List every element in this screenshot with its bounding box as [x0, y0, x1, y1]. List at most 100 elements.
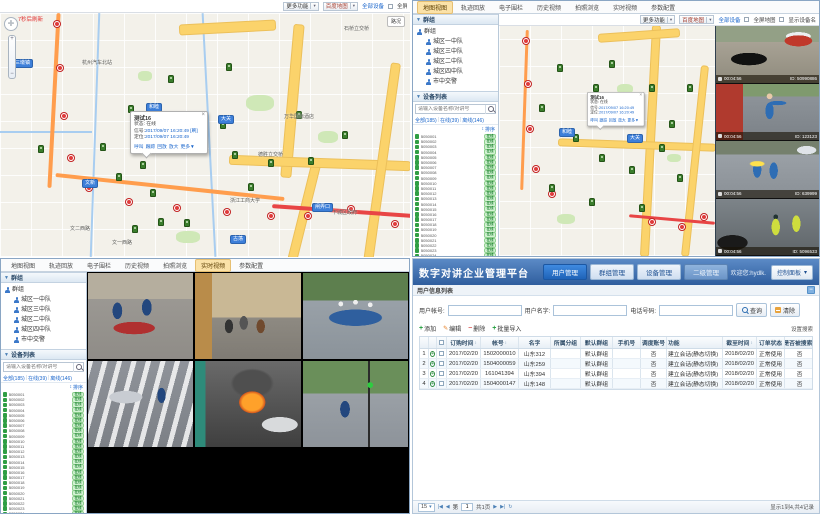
column-header[interactable]: 默认群组 [581, 337, 613, 348]
device-marker-icon[interactable] [38, 145, 44, 153]
page-number-input[interactable] [461, 503, 473, 511]
popup-action-link[interactable]: 更多▼ [180, 143, 194, 150]
clear-button[interactable]: 清除 [770, 303, 800, 317]
device-marker-icon[interactable] [677, 174, 683, 182]
batch-import-button[interactable]: +批量导入 [492, 324, 521, 333]
select-all-checkbox[interactable] [439, 340, 444, 345]
device-search-input[interactable] [416, 106, 485, 112]
search-icon[interactable] [485, 105, 495, 114]
tree-node[interactable]: 城区二中队 [426, 57, 496, 67]
map-pan-control[interactable]: ✛ [4, 17, 18, 31]
zoom-out-icon[interactable]: − [9, 72, 15, 77]
device-marker-icon[interactable] [539, 104, 545, 112]
popup-action-link[interactable]: 跟踪 [146, 143, 156, 150]
row-checkbox[interactable] [439, 351, 444, 356]
device-marker-icon[interactable] [100, 143, 106, 151]
device-marker-icon[interactable] [687, 84, 693, 92]
map-canvas[interactable]: 和睦大关 测试16 × 状态: 在线 信号:2017/09/07 16:20:4… [499, 26, 715, 256]
module-tab[interactable]: 拍照浏览 [157, 259, 193, 272]
module-tab[interactable]: 参数配置 [645, 1, 681, 14]
column-header[interactable]: 名字 [519, 337, 551, 348]
filter-tab-offline[interactable]: 离线(146) [50, 375, 72, 382]
add-button[interactable]: +添加 [419, 324, 436, 333]
column-header[interactable]: 帐号 [481, 337, 519, 348]
module-tab[interactable]: 地图视图 [5, 259, 41, 272]
module-tab[interactable]: 历史视频 [531, 1, 567, 14]
next-page-button[interactable]: ▶ [493, 504, 497, 510]
table-row[interactable]: 2 + 2017/02/20 1504000059 山东259 默认群组 否 建… [420, 359, 812, 369]
more-functions-select[interactable]: 更多功能▾ [283, 2, 318, 11]
module-tab[interactable]: 电子围栏 [81, 259, 117, 272]
device-marker-icon[interactable] [132, 225, 138, 233]
popup-action-link[interactable]: 呼叫 [590, 117, 598, 123]
device-marker-icon[interactable] [116, 173, 122, 181]
zoom-in-icon[interactable]: + [9, 37, 15, 42]
search-button[interactable]: 查询 [736, 303, 767, 317]
device-marker-icon[interactable] [158, 218, 164, 226]
module-tab[interactable]: 电子围栏 [493, 1, 529, 14]
video-cell-motorcycle-accident[interactable] [87, 272, 194, 360]
popup-action-link[interactable]: 放大 [618, 117, 626, 123]
platform-nav-button[interactable]: 二级管理 [684, 264, 728, 280]
signal-refresh-link[interactable]: [刷] [190, 129, 197, 134]
platform-nav-button[interactable]: 群组管理 [590, 264, 634, 280]
popup-action-link[interactable]: 回放 [609, 117, 617, 123]
all-devices-link[interactable]: 全部设备 [362, 2, 384, 10]
device-marker-icon[interactable] [649, 84, 655, 92]
filter-tab-online[interactable]: 在线(39) [440, 117, 459, 124]
module-tab[interactable]: 参数配置 [233, 259, 269, 272]
video-cell-crosswalk-car[interactable] [87, 360, 194, 448]
device-search-input[interactable] [4, 364, 73, 370]
tree-node[interactable]: 城区四中队 [426, 67, 496, 77]
group-accordion-header[interactable]: ▼群组 [413, 14, 498, 25]
tree-node[interactable]: 城区一中队 [426, 37, 496, 47]
device-marker-icon[interactable] [593, 84, 599, 92]
control-panel-button[interactable]: 控制面板▾ [771, 265, 813, 280]
map-canvas[interactable]: 三墩镇和睦大关闸弄口文新古荡 杭州汽车北站石桥立交桥德胜立交桥万华国际酒店浙江工… [0, 13, 410, 257]
account-input[interactable] [448, 305, 522, 316]
module-tab[interactable]: 地图视图 [417, 1, 453, 14]
table-row[interactable]: 4 + 2017/02/20 1504000147 山东148 默认群组 否 建… [420, 379, 812, 389]
expand-icon[interactable]: + [430, 361, 435, 367]
popup-action-link[interactable]: 放大 [169, 143, 179, 150]
row-checkbox[interactable] [439, 371, 444, 376]
device-marker-icon[interactable] [599, 154, 605, 162]
device-marker-icon[interactable] [342, 131, 348, 139]
tree-node[interactable]: 城区一中队 [14, 295, 84, 305]
name-input[interactable] [553, 305, 627, 316]
table-row[interactable]: 1 + 2017/02/20 1502000010 山东312 默认群组 否 建… [420, 349, 812, 359]
device-marker-icon[interactable] [168, 75, 174, 83]
sort-control[interactable]: ↕排序 [413, 125, 498, 133]
traffic-layer-button[interactable]: 路况 [387, 16, 405, 27]
column-header[interactable]: 手机号 [613, 337, 641, 348]
table-row[interactable]: 3 + 2017/02/20 161041394 山东394 默认群组 否 建立… [420, 369, 812, 379]
video-cell-two-officers[interactable]: 00:04:56ID: 639999 [716, 141, 819, 199]
device-marker-icon[interactable] [140, 161, 146, 169]
device-marker-icon[interactable] [629, 166, 635, 174]
close-icon[interactable]: × [201, 112, 205, 118]
tree-node[interactable]: 城区三中队 [14, 305, 84, 315]
device-marker-icon[interactable] [659, 144, 665, 152]
tree-node-root[interactable]: 群组 [417, 27, 496, 37]
expand-icon[interactable]: + [430, 351, 435, 357]
filter-tab-offline[interactable]: 离线(146) [462, 117, 484, 124]
collapse-icon[interactable]: − [807, 286, 815, 294]
device-accordion-header[interactable]: ▼设备列表 [1, 349, 86, 360]
column-header[interactable]: 订购时间 [447, 337, 481, 348]
delete-button[interactable]: −删除 [468, 324, 485, 333]
show-device-names-checkbox[interactable] [779, 17, 784, 22]
edit-button[interactable]: ✎编辑 [443, 324, 461, 333]
popup-action-link[interactable]: 回放 [157, 143, 167, 150]
filter-tab-all[interactable]: 全部(185) [3, 375, 25, 382]
column-header[interactable]: 所属分组 [551, 337, 581, 348]
device-accordion-header[interactable]: ▼设备列表 [413, 91, 498, 102]
search-settings-link[interactable]: 设置搜索 [791, 325, 813, 333]
tree-node-root[interactable]: 群组 [5, 285, 84, 295]
device-marker-icon[interactable] [226, 63, 232, 71]
filter-tab-online[interactable]: 在线(39) [28, 375, 47, 382]
module-tab[interactable]: 轨迹回放 [43, 259, 79, 272]
device-list-item[interactable]: B050024在线 [3, 511, 84, 513]
map-zoom-control[interactable]: +− [8, 35, 16, 79]
search-icon[interactable] [73, 363, 83, 372]
device-marker-icon[interactable] [639, 204, 645, 212]
